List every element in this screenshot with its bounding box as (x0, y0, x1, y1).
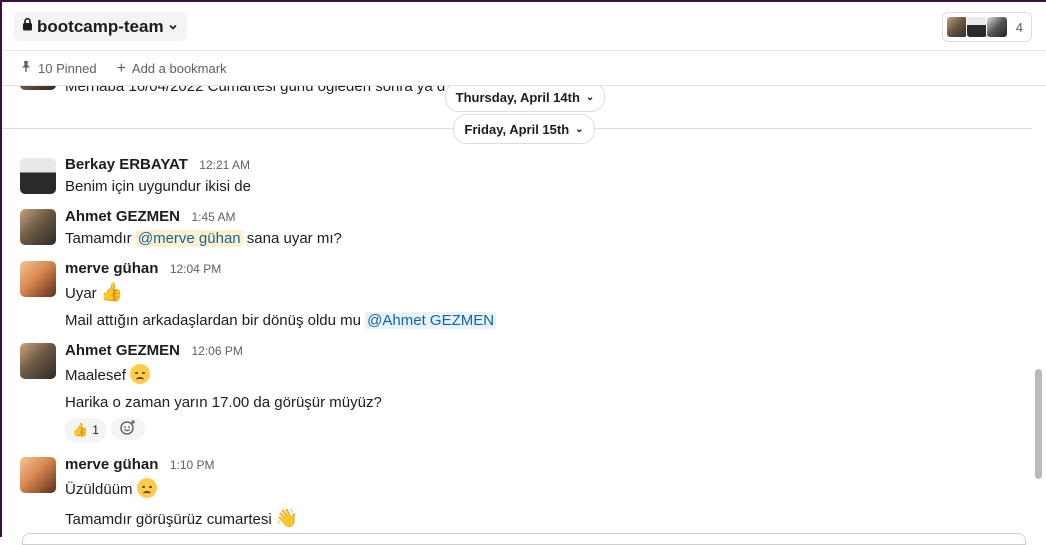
pinned-items-button[interactable]: 10 Pinned (20, 60, 97, 76)
user-mention[interactable]: @merve gühan (135, 230, 243, 247)
message-text: Benim için uygundur ikisi de (65, 178, 251, 195)
pinned-label: 10 Pinned (38, 60, 97, 76)
disappointed-face-icon (130, 364, 151, 384)
author-name[interactable]: Berkay ERBAYAT (65, 156, 188, 173)
thumbs-up-emoji: 👍 (72, 422, 89, 437)
waving-hand-emoji: 👋 (275, 508, 299, 528)
message-feed[interactable]: Merhaba 16/04/2022 Cumartesi günü öğlede… (2, 86, 1032, 537)
avatar[interactable] (20, 209, 56, 245)
avatar[interactable] (20, 158, 56, 194)
message-text: Uyar 👍 (65, 282, 123, 303)
user-mention[interactable]: @Ahmet GEZMEN (365, 312, 497, 329)
add-bookmark-button[interactable]: + Add a bookmark (116, 59, 227, 77)
avatar[interactable] (20, 457, 56, 493)
reactions: 👍 1 (65, 418, 145, 442)
message-text: Tamamdır @merve gühan sana uyar mı? (65, 230, 342, 247)
member-avatar (965, 16, 988, 38)
message-text: Tamamdır görüşürüz cumartesi 👋 (65, 508, 298, 529)
author-name[interactable]: Ahmet GEZMEN (65, 208, 180, 225)
timestamp[interactable]: 12:21 AM (199, 158, 250, 172)
member-avatar (985, 16, 1008, 38)
chevron-down-icon: ⌄ (585, 91, 595, 103)
reaction-count: 1 (92, 423, 99, 437)
thumbs-up-emoji: 👍 (100, 282, 124, 302)
author-name[interactable]: Ahmet GEZMEN (65, 342, 180, 359)
timestamp[interactable]: 1:45 AM (191, 210, 235, 224)
message-text: Mail attığın arkadaşlardan bir dönüş old… (65, 312, 497, 329)
text-segment: Mail attığın arkadaşlardan bir dönüş old… (65, 312, 366, 329)
member-list-button[interactable]: 4 (941, 12, 1032, 42)
channel-name: bootcamp-team (37, 16, 164, 36)
avatar[interactable] (20, 86, 56, 90)
author-name[interactable]: merve gühan (65, 260, 158, 277)
day-divider-thursday[interactable]: Thursday, April 14th ⌄ (445, 86, 605, 112)
message-text: Üzüldüüm (65, 478, 157, 498)
message-composer[interactable] (22, 533, 1026, 545)
add-reaction-icon (119, 419, 137, 440)
pensive-face-icon (136, 478, 157, 498)
member-count: 4 (1015, 19, 1023, 35)
day-divider-label: Friday, April 15th (464, 121, 570, 137)
channel-header: bootcamp-team 4 (2, 2, 1046, 51)
text-segment: Uyar (65, 285, 97, 302)
text-segment: Üzüldüüm (65, 481, 133, 498)
add-bookmark-label: Add a bookmark (131, 60, 227, 76)
message-text: Maalesef (65, 364, 151, 384)
add-reaction-button[interactable] (110, 418, 145, 440)
text-segment: sana uyar mı? (242, 230, 342, 247)
reaction-thumbs-up[interactable]: 👍 1 (65, 418, 106, 442)
channel-name-button[interactable]: bootcamp-team (14, 12, 187, 41)
lock-icon (22, 17, 33, 36)
text-segment: Maalesef (65, 367, 126, 384)
avatar[interactable] (20, 343, 56, 379)
author-name[interactable]: merve gühan (65, 456, 158, 473)
plus-icon: + (116, 59, 126, 77)
chevron-down-icon: ⌄ (575, 123, 584, 135)
member-avatar (945, 16, 968, 38)
scrollbar-thumb[interactable] (1035, 369, 1042, 479)
day-divider-friday[interactable]: Friday, April 15th ⌄ (453, 114, 595, 144)
timestamp[interactable]: 12:06 PM (191, 344, 242, 358)
timestamp[interactable]: 1:10 PM (170, 458, 215, 472)
text-segment: Tamamdır görüşürüz cumartesi (65, 511, 272, 528)
bookmarks-bar: 10 Pinned + Add a bookmark (2, 51, 1046, 86)
chevron-down-icon (168, 18, 178, 36)
text-segment: Tamamdır (65, 230, 136, 247)
timestamp[interactable]: 12:04 PM (170, 262, 221, 276)
pin-icon (20, 60, 32, 76)
message-text: Merhaba 16/04/2022 Cumartesi günü öğlede… (65, 86, 446, 95)
message-text: Harika o zaman yarın 17.00 da görüşür mü… (65, 394, 382, 411)
avatar[interactable] (20, 261, 56, 297)
day-divider-label: Thursday, April 14th (455, 89, 580, 105)
